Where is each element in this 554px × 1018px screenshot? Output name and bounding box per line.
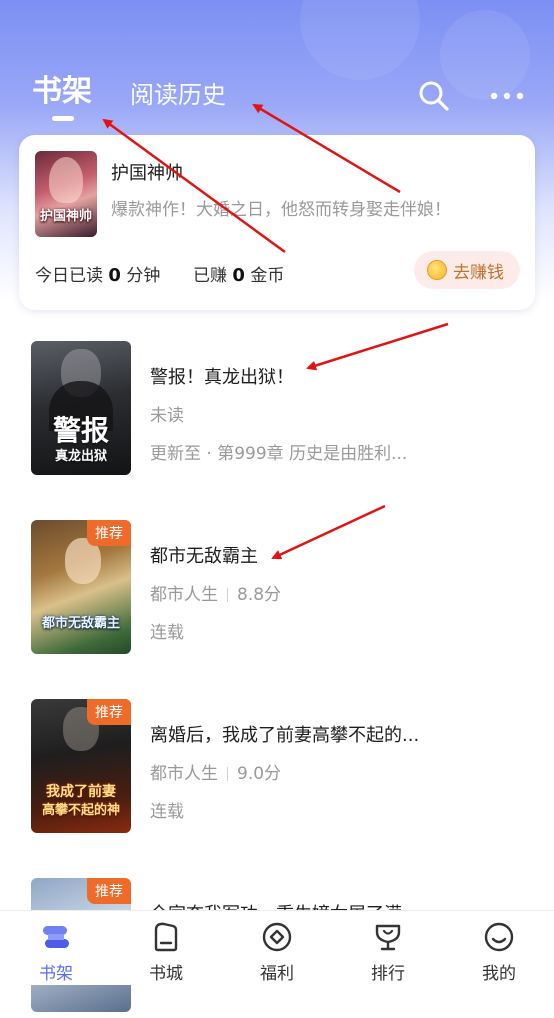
coin-icon bbox=[427, 260, 447, 280]
today-read-prefix: 今日已读 bbox=[35, 266, 103, 286]
featured-book-title: 护国神帅 bbox=[111, 163, 183, 184]
search-icon[interactable] bbox=[416, 78, 452, 114]
book-genre: 都市人生 bbox=[150, 764, 218, 784]
go-earn-button[interactable]: 去赚钱 bbox=[414, 251, 520, 289]
book-genre: 都市人生 bbox=[150, 585, 218, 605]
latest-chapter: 更新至 · 第999章 历史是由胜利... bbox=[150, 444, 408, 464]
book-cover[interactable]: 警报 真龙出狱 bbox=[31, 341, 131, 475]
today-read-value: 0 bbox=[108, 265, 121, 286]
book-cover-title: 我成了前妻 bbox=[46, 784, 116, 800]
book-title: 警报！真龙出狱！ bbox=[150, 367, 294, 388]
nav-ranking-label: 排行 bbox=[371, 964, 405, 984]
nav-bookstore-label: 书城 bbox=[149, 964, 183, 984]
active-tab-indicator bbox=[52, 116, 74, 121]
meta-separator bbox=[227, 767, 228, 781]
book-meta: 都市人生 9.0分 bbox=[150, 759, 281, 784]
book-cover[interactable]: 都市无敌霸主 推荐 bbox=[31, 520, 131, 654]
nav-bookshelf-label: 书架 bbox=[39, 964, 73, 984]
ranking-icon bbox=[372, 921, 404, 953]
nav-welfare-label: 福利 bbox=[260, 964, 294, 984]
book-cover-subtitle: 真龙出狱 bbox=[54, 449, 107, 464]
nav-profile-label: 我的 bbox=[482, 964, 516, 984]
read-status: 未读 bbox=[150, 406, 184, 426]
recommend-tag: 推荐 bbox=[87, 878, 131, 904]
book-score: 8.8分 bbox=[237, 585, 282, 605]
bookshelf-icon bbox=[40, 921, 72, 953]
featured-book-description: 爆款神作！大婚之日，他怒而转身娶走伴娘！ bbox=[111, 200, 451, 220]
go-earn-label: 去赚钱 bbox=[453, 262, 504, 283]
book-status: 连载 bbox=[150, 623, 184, 643]
meta-separator bbox=[227, 588, 228, 602]
more-icon[interactable] bbox=[489, 78, 525, 114]
earned-prefix: 已赚 bbox=[193, 266, 227, 286]
today-read-stat: 今日已读 0 分钟 bbox=[35, 261, 160, 286]
earned-value: 0 bbox=[232, 265, 245, 286]
recommend-tag: 推荐 bbox=[87, 699, 131, 725]
bottom-navigation: 书架 书城 福利 排行 我的 bbox=[0, 910, 554, 985]
featured-cover-title: 护国神帅 bbox=[39, 209, 92, 224]
list-item[interactable]: 警报 真龙出狱 警报！真龙出狱！ 未读 更新至 · 第999章 历史是由胜利..… bbox=[0, 341, 554, 481]
nav-bookstore[interactable]: 书城 bbox=[111, 911, 221, 985]
list-item[interactable]: 我成了前妻 高攀不起的神 推荐 离婚后，我成了前妻高攀不起的... 都市人生 9.… bbox=[0, 699, 554, 839]
book-cover-title: 警报 bbox=[52, 414, 109, 447]
featured-book-cover[interactable]: 护国神帅 bbox=[35, 151, 97, 237]
tab-bookshelf[interactable]: 书架 bbox=[32, 72, 92, 112]
book-title: 都市无敌霸主 bbox=[150, 546, 258, 567]
list-item[interactable]: 都市无敌霸主 推荐 都市无敌霸主 都市人生 8.8分 连载 bbox=[0, 520, 554, 660]
nav-bookshelf[interactable]: 书架 bbox=[1, 911, 111, 985]
earned-unit: 金币 bbox=[250, 266, 285, 286]
bookstore-icon bbox=[150, 921, 182, 953]
book-meta: 都市人生 8.8分 bbox=[150, 580, 281, 605]
book-cover[interactable]: 我成了前妻 高攀不起的神 推荐 bbox=[31, 699, 131, 833]
recommend-tag: 推荐 bbox=[87, 520, 131, 546]
book-title: 离婚后，我成了前妻高攀不起的... bbox=[150, 725, 420, 746]
book-cover-subtitle: 高攀不起的神 bbox=[41, 803, 120, 818]
book-status: 连载 bbox=[150, 802, 184, 822]
book-score: 9.0分 bbox=[237, 764, 282, 784]
nav-profile[interactable]: 我的 bbox=[444, 911, 554, 985]
nav-ranking[interactable]: 排行 bbox=[333, 911, 443, 985]
tab-reading-history[interactable]: 阅读历史 bbox=[130, 78, 226, 112]
earned-coins-stat: 已赚 0 金币 bbox=[193, 261, 284, 286]
today-read-unit: 分钟 bbox=[126, 266, 161, 286]
profile-icon bbox=[483, 921, 515, 953]
featured-book-card[interactable]: 护国神帅 护国神帅 爆款神作！大婚之日，他怒而转身娶走伴娘！ 今日已读 0 分钟… bbox=[19, 135, 535, 310]
nav-welfare[interactable]: 福利 bbox=[222, 911, 332, 985]
welfare-icon bbox=[261, 921, 293, 953]
book-cover-title: 都市无敌霸主 bbox=[41, 616, 120, 631]
